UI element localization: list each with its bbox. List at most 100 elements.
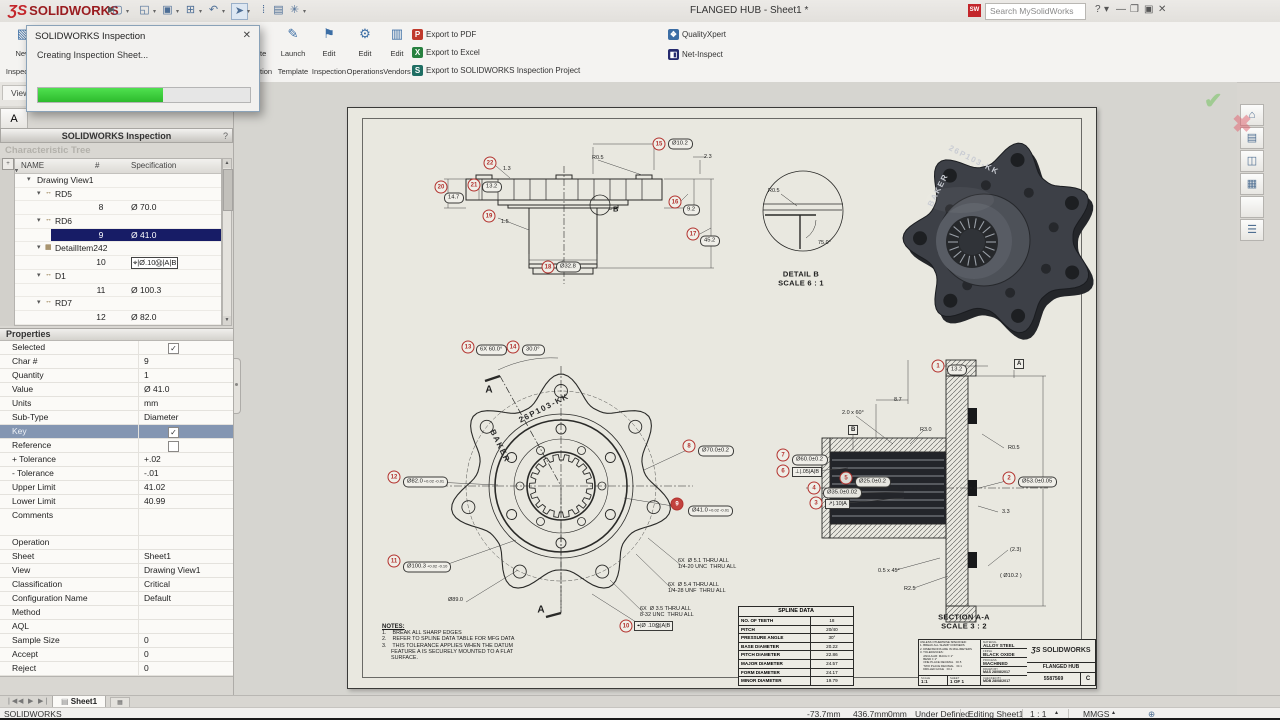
scale-caret-icon[interactable]: ▴: [1055, 709, 1058, 716]
toolbar-icon[interactable]: ✳: [287, 3, 302, 18]
drawing-annotation[interactable]: 9: [671, 498, 684, 511]
task-pane-button[interactable]: [1240, 196, 1264, 218]
property-row[interactable]: Reject 0: [0, 662, 233, 676]
drawing-annotation[interactable]: 7: [777, 449, 790, 462]
drawing-annotation[interactable]: 15: [653, 138, 666, 151]
drawing-annotation[interactable]: 6: [777, 465, 790, 478]
tree-scrollbar[interactable]: ▲ ▼: [222, 158, 232, 326]
window-control-button[interactable]: ?: [1095, 4, 1101, 15]
property-row[interactable]: + Tolerance +.02: [0, 453, 233, 467]
drawing-annotation[interactable]: 30.0°: [522, 345, 545, 356]
search-input[interactable]: Search MySolidWorks: [985, 3, 1086, 20]
drawing-annotation[interactable]: 22: [484, 157, 497, 170]
drawing-annotation[interactable]: DETAIL B: [783, 270, 819, 279]
property-row[interactable]: Reference: [0, 439, 233, 453]
drawing-annotation[interactable]: 10: [620, 620, 633, 633]
drawing-annotation[interactable]: Ø70.0±0.2: [698, 446, 734, 457]
drawing-annotation[interactable]: 11: [388, 555, 401, 568]
drawing-annotation[interactable]: 8: [683, 440, 696, 453]
drawing-annotation[interactable]: Ø89.0: [448, 597, 463, 603]
drawing-annotation[interactable]: 2.3: [704, 154, 712, 160]
drawing-annotation[interactable]: ↗|.10|A: [825, 499, 850, 509]
drawing-annotation[interactable]: A: [537, 605, 544, 616]
drawing-annotation[interactable]: 9.2: [683, 205, 700, 216]
drawing-annotation[interactable]: 19: [483, 210, 496, 223]
tree-row[interactable]: ▾ ▦ DetailItem242: [15, 242, 221, 256]
drawing-annotation[interactable]: 26P103-KK: [517, 391, 570, 424]
drawing-annotation[interactable]: ( Ø10.2 ): [1000, 573, 1022, 579]
export-button[interactable]: X Export to Excel: [412, 44, 480, 60]
property-row[interactable]: Classification Critical: [0, 578, 233, 592]
drawing-annotation[interactable]: 13.2: [947, 365, 967, 376]
drawing-annotation[interactable]: 18: [542, 261, 555, 274]
property-row[interactable]: Char # 9: [0, 355, 233, 369]
property-row[interactable]: Operation: [0, 536, 233, 550]
drawing-annotation[interactable]: R0.5: [592, 155, 604, 161]
panel-tab[interactable]: A: [0, 108, 28, 130]
drawing-annotation[interactable]: 1.5: [501, 219, 509, 225]
drawing-annotation[interactable]: 13: [462, 341, 475, 354]
property-row[interactable]: Comments: [0, 509, 233, 536]
property-checkbox[interactable]: ✓: [168, 427, 179, 438]
drawing-annotation[interactable]: 6X Ø 5.1 THRU ALL 1/4-20 UNC THRU ALL: [678, 558, 736, 570]
property-row[interactable]: Method: [0, 606, 233, 620]
property-row[interactable]: Units mm: [0, 397, 233, 411]
drawing-annotation[interactable]: R0.5: [768, 188, 780, 194]
drawing-annotation[interactable]: Ø10.2: [668, 139, 693, 150]
property-row[interactable]: View Drawing View1: [0, 564, 233, 578]
window-control-button[interactable]: ▣: [1144, 4, 1153, 15]
property-checkbox[interactable]: ✓: [168, 343, 179, 354]
tree-tool-icon[interactable]: +: [2, 158, 14, 170]
property-row[interactable]: Value Ø 41.0: [0, 383, 233, 397]
drawing-annotation[interactable]: A: [1014, 359, 1024, 369]
drawing-annotation[interactable]: Ø35.0±0.02: [823, 488, 862, 499]
drawing-annotation[interactable]: Ø60.0±0.2: [792, 455, 828, 466]
connect-button[interactable]: ❖ QualityXpert: [668, 26, 726, 42]
drawing-annotation[interactable]: 16: [669, 196, 682, 209]
scroll-down-icon[interactable]: ▼: [223, 316, 231, 325]
tree-row[interactable]: ▾ ↔ RD6: [15, 215, 221, 229]
drawing-annotation[interactable]: R3.0: [920, 427, 932, 433]
task-pane-button[interactable]: ◫: [1240, 150, 1264, 172]
panel-collapse-handle[interactable]: [233, 358, 241, 414]
drawing-annotation[interactable]: 6X Ø 3.5 THRU ALL 8-32 UNC THRU ALL: [640, 606, 694, 618]
sheet-nav-icon[interactable]: ▶: [28, 697, 33, 705]
tree-row[interactable]: 8 Ø 70.0: [15, 201, 221, 215]
property-row[interactable]: Lower Limit 40.99: [0, 495, 233, 509]
tree-row[interactable]: 9 Ø 41.0: [15, 229, 221, 243]
scroll-up-icon[interactable]: ▲: [223, 159, 231, 168]
tree-row[interactable]: ▾ Drawing View1: [15, 174, 221, 188]
connect-button[interactable]: ◧ Net-Inspect: [668, 46, 723, 62]
drawing-annotation[interactable]: 14.7: [444, 193, 464, 204]
window-control-button[interactable]: ❐: [1130, 4, 1139, 15]
property-row[interactable]: Configuration Name Default: [0, 592, 233, 606]
window-control-button[interactable]: ▾: [1104, 4, 1109, 15]
drawing-annotation[interactable]: BAKER: [926, 172, 950, 208]
property-row[interactable]: Selected ✓: [0, 341, 233, 355]
toolbar-icon[interactable]: ◱: [137, 3, 152, 18]
scrollbar-thumb[interactable]: [223, 169, 233, 211]
drawing-annotation[interactable]: 14: [507, 341, 520, 354]
expand-caret-icon[interactable]: ▾: [37, 243, 41, 251]
drawing-annotation[interactable]: ⌖|Ø .10Ⓜ|A|B: [634, 621, 673, 631]
drawing-annotation[interactable]: 2: [1003, 472, 1016, 485]
drawing-annotation[interactable]: 6X 60.0°: [476, 345, 507, 356]
expand-caret-icon[interactable]: ▾: [37, 189, 41, 197]
property-row[interactable]: AQL: [0, 620, 233, 634]
window-control-button[interactable]: —: [1116, 4, 1126, 15]
task-pane-button[interactable]: ☰: [1240, 219, 1264, 241]
drawing-annotation[interactable]: BAKER: [488, 428, 512, 464]
drawing-annotation[interactable]: Ø82.0+0.02 -0.01: [403, 477, 448, 488]
drawing-annotation[interactable]: 6X Ø 5.4 THRU ALL 1/4-28 UNF THRU ALL: [668, 582, 726, 594]
toolbar-icon[interactable]: ▤: [271, 3, 286, 18]
export-button[interactable]: P Export to PDF: [412, 26, 476, 42]
graphics-area[interactable]: ⌕⧉⌕✎↻❏◻▾◉▾ ▫ ▫ ✕: [233, 82, 1237, 695]
drawing-annotation[interactable]: SCALE 3 : 2: [941, 622, 987, 631]
drawing-annotation[interactable]: 13.2: [482, 182, 502, 193]
panel-help-icon[interactable]: ?: [223, 129, 228, 143]
drawing-annotation[interactable]: B: [613, 205, 618, 214]
drawing-annotation[interactable]: Ø25.0±0.2: [855, 477, 891, 488]
property-row[interactable]: Accept 0: [0, 648, 233, 662]
property-row[interactable]: Upper Limit 41.02: [0, 481, 233, 495]
toolbar-icon[interactable]: ↶: [206, 3, 221, 18]
